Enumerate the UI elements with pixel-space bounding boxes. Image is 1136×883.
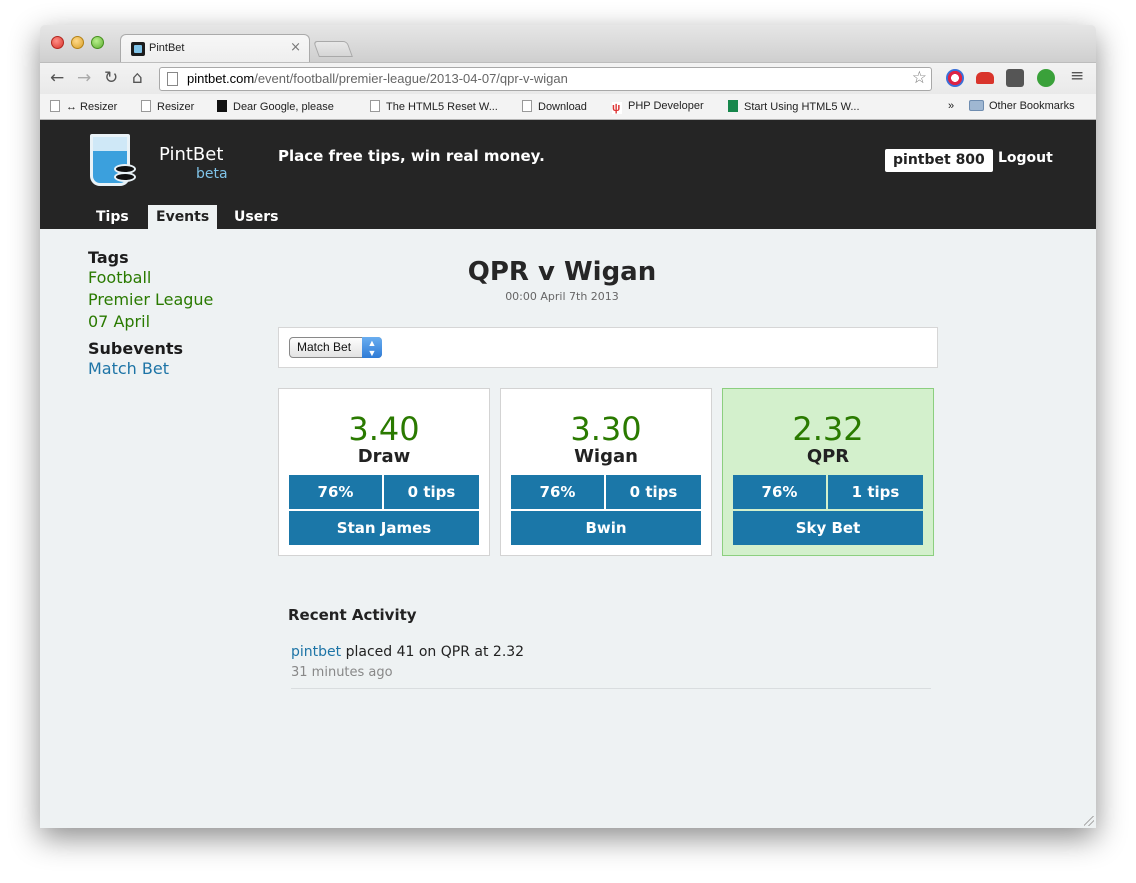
evernote-extension-icon[interactable] <box>1037 69 1055 87</box>
subevent-link[interactable]: Match Bet <box>88 358 213 380</box>
bookmark-item[interactable]: Resizer <box>141 100 194 113</box>
page-icon <box>50 100 60 112</box>
close-window-button[interactable] <box>51 36 64 49</box>
new-tab-button[interactable] <box>313 41 353 57</box>
pocket-icon[interactable] <box>1006 69 1024 87</box>
tip-percent[interactable]: 76% <box>289 475 382 509</box>
address-bar[interactable]: pintbet.com/event/football/premier-leagu… <box>159 67 932 91</box>
brand-name[interactable]: PintBet <box>159 144 223 165</box>
nav-tab-events[interactable]: Events <box>148 205 218 229</box>
minimize-window-button[interactable] <box>71 36 84 49</box>
tab-close-icon[interactable]: × <box>290 40 301 55</box>
tab-strip: PintBet × <box>40 25 1096 63</box>
browser-window: PintBet × ← → ↻ ⌂ pintbet.com/event/foot… <box>40 25 1096 828</box>
event-title: QPR v Wigan <box>467 257 657 287</box>
outcome-name: QPR <box>806 446 850 467</box>
odds-value: 2.32 <box>792 410 864 448</box>
browser-tab[interactable]: PintBet × <box>120 34 310 63</box>
tab-title: PintBet <box>149 42 185 54</box>
menu-icon[interactable]: ≡ <box>1070 66 1084 86</box>
tags-heading: Tags <box>88 248 129 267</box>
zoom-window-button[interactable] <box>91 36 104 49</box>
market-select-value: Match Bet <box>297 340 352 354</box>
bookmark-star-icon[interactable]: ☆ <box>912 68 927 88</box>
market-bar: Match Bet ▲ ▼ <box>278 327 938 368</box>
extension-badge-icon[interactable] <box>946 69 964 87</box>
tip-count[interactable]: 0 tips <box>606 475 701 509</box>
browser-toolbar: ← → ↻ ⌂ pintbet.com/event/football/premi… <box>40 62 1096 94</box>
market-select[interactable]: Match Bet ▲ ▼ <box>289 337 382 358</box>
resize-grip-icon[interactable] <box>1084 816 1094 826</box>
activity-user-link[interactable]: pintbet <box>291 644 341 660</box>
sofa-extension-icon[interactable] <box>976 72 994 84</box>
tag-link[interactable]: Football <box>88 267 213 289</box>
tag-link[interactable]: Premier League <box>88 289 213 311</box>
outcome-card-wigan[interactable]: 3.30 Wigan 76% 0 tips Bwin <box>500 388 712 556</box>
outcome-name: Draw <box>357 446 411 467</box>
odds-value: 3.30 <box>570 410 642 448</box>
bookmarks-overflow-chevron-icon[interactable]: » <box>948 100 954 112</box>
tip-count[interactable]: 1 tips <box>828 475 923 509</box>
home-icon[interactable]: ⌂ <box>132 68 143 88</box>
page-icon <box>370 100 380 112</box>
divider <box>291 688 931 689</box>
odds-value: 3.40 <box>348 410 420 448</box>
php-icon: ψ <box>612 102 622 114</box>
plus-icon <box>728 100 738 112</box>
bookmark-item[interactable]: Dear Google, please <box>217 100 334 113</box>
activity-time: 31 minutes ago <box>291 665 393 680</box>
bookmark-item[interactable]: Download <box>522 100 587 113</box>
bookmark-item[interactable]: ψ PHP Developer <box>612 100 704 114</box>
outcome-card-draw[interactable]: 3.40 Draw 76% 0 tips Stan James <box>278 388 490 556</box>
outcome-name: Wigan <box>574 446 638 467</box>
pintbet-favicon-icon <box>131 42 145 56</box>
bookmark-item[interactable]: Start Using HTML5 W... <box>728 100 860 113</box>
activity-text: placed 41 on QPR at 2.32 <box>341 644 525 660</box>
page-icon <box>522 100 532 112</box>
nav-tab-users[interactable]: Users <box>226 205 286 229</box>
back-arrow-icon[interactable]: ← <box>50 68 64 88</box>
user-balance-badge[interactable]: pintbet 800 <box>885 149 993 172</box>
coin-icon <box>114 172 136 182</box>
nav-tab-tips[interactable]: Tips <box>88 205 137 229</box>
site-header: PintBet beta Place free tips, win real m… <box>40 120 1096 229</box>
tip-percent[interactable]: 76% <box>511 475 604 509</box>
bookmaker-button[interactable]: Sky Bet <box>733 511 923 545</box>
tag-link[interactable]: 07 April <box>88 311 213 333</box>
tip-count[interactable]: 0 tips <box>384 475 479 509</box>
bookmaker-button[interactable]: Stan James <box>289 511 479 545</box>
select-arrows-icon: ▲ ▼ <box>362 337 382 358</box>
page-icon <box>167 72 178 86</box>
subevents-heading: Subevents <box>88 339 184 358</box>
page-icon <box>141 100 151 112</box>
forward-arrow-icon[interactable]: → <box>77 68 91 88</box>
other-bookmarks[interactable]: Other Bookmarks <box>969 100 1075 112</box>
bookmark-item[interactable]: ↔ Resizer <box>50 100 117 113</box>
bookmark-item[interactable]: The HTML5 Reset W... <box>370 100 498 113</box>
url-text[interactable]: pintbet.com/event/football/premier-leagu… <box>187 71 568 86</box>
beta-label: beta <box>196 166 228 182</box>
bookmaker-button[interactable]: Bwin <box>511 511 701 545</box>
activity-item: pintbet placed 41 on QPR at 2.32 <box>291 644 524 660</box>
info-icon <box>217 100 227 112</box>
folder-icon <box>969 100 984 111</box>
tagline: Place free tips, win real money. <box>278 147 545 165</box>
outcome-card-qpr[interactable]: 2.32 QPR 76% 1 tips Sky Bet <box>722 388 934 556</box>
event-date: 00:00 April 7th 2013 <box>505 290 619 303</box>
logout-link[interactable]: Logout <box>998 150 1053 166</box>
bookmarks-bar: ↔ Resizer Resizer Dear Google, please Th… <box>40 94 1096 120</box>
reload-icon[interactable]: ↻ <box>104 68 118 88</box>
recent-activity-heading: Recent Activity <box>288 606 417 624</box>
tip-percent[interactable]: 76% <box>733 475 826 509</box>
sidebar: Tags Football Premier League 07 April Su… <box>88 248 213 380</box>
